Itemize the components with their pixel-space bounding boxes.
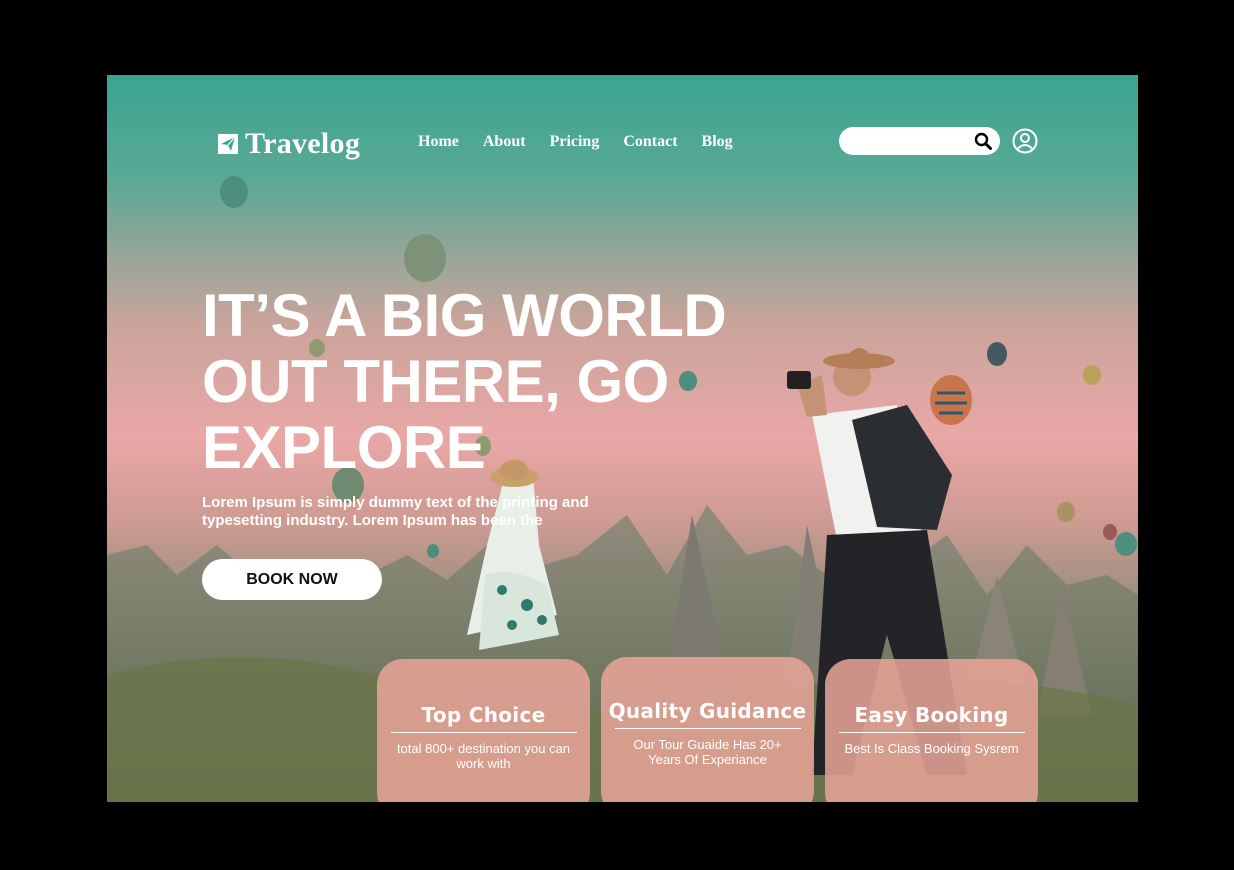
brand-logo[interactable]: Travelog [217, 127, 360, 161]
feature-description: total 800+ destination you can work with [396, 741, 571, 771]
nav-link-about[interactable]: About [483, 133, 526, 151]
user-circle-icon[interactable] [1012, 128, 1038, 154]
feature-divider [838, 732, 1025, 733]
book-now-button[interactable]: BOOK NOW [202, 559, 382, 600]
feature-title: Top Choice [421, 703, 546, 727]
feature-description: Best Is Class Booking Sysrem [844, 741, 1019, 756]
feature-card-quality-guidance[interactable]: Quality Guidance Our Tour Guaide Has 20+… [601, 657, 814, 802]
feature-divider [614, 728, 801, 729]
nav-link-home[interactable]: Home [418, 133, 459, 151]
nav-link-pricing[interactable]: Pricing [550, 133, 600, 151]
brand-name: Travelog [245, 127, 361, 160]
hero-subtext: Lorem Ipsum is simply dummy text of the … [202, 494, 589, 529]
feature-card-easy-booking[interactable]: Easy Booking Best Is Class Booking Sysre… [825, 659, 1038, 802]
search-input[interactable] [851, 127, 975, 157]
feature-description: Our Tour Guaide Has 20+ Years Of Experia… [633, 737, 782, 767]
paper-plane-icon [218, 134, 238, 154]
top-navigation: Travelog Home About Pricing Contact Blog [107, 75, 1138, 215]
search-bar [839, 127, 1000, 157]
feature-card-top-choice[interactable]: Top Choice total 800+ destination you ca… [377, 659, 590, 802]
feature-divider [390, 732, 577, 733]
hero-headline: IT’S A BIG WORLD OUT THERE, GO EXPLORE [202, 282, 727, 481]
nav-link-blog[interactable]: Blog [702, 133, 733, 151]
main-menu: Home About Pricing Contact Blog [418, 133, 733, 151]
search-icon[interactable] [974, 132, 992, 150]
hero-section: Travelog Home About Pricing Contact Blog… [107, 75, 1138, 802]
feature-title: Easy Booking [854, 703, 1009, 727]
feature-title: Quality Guidance [608, 699, 807, 723]
nav-link-contact[interactable]: Contact [623, 133, 677, 151]
